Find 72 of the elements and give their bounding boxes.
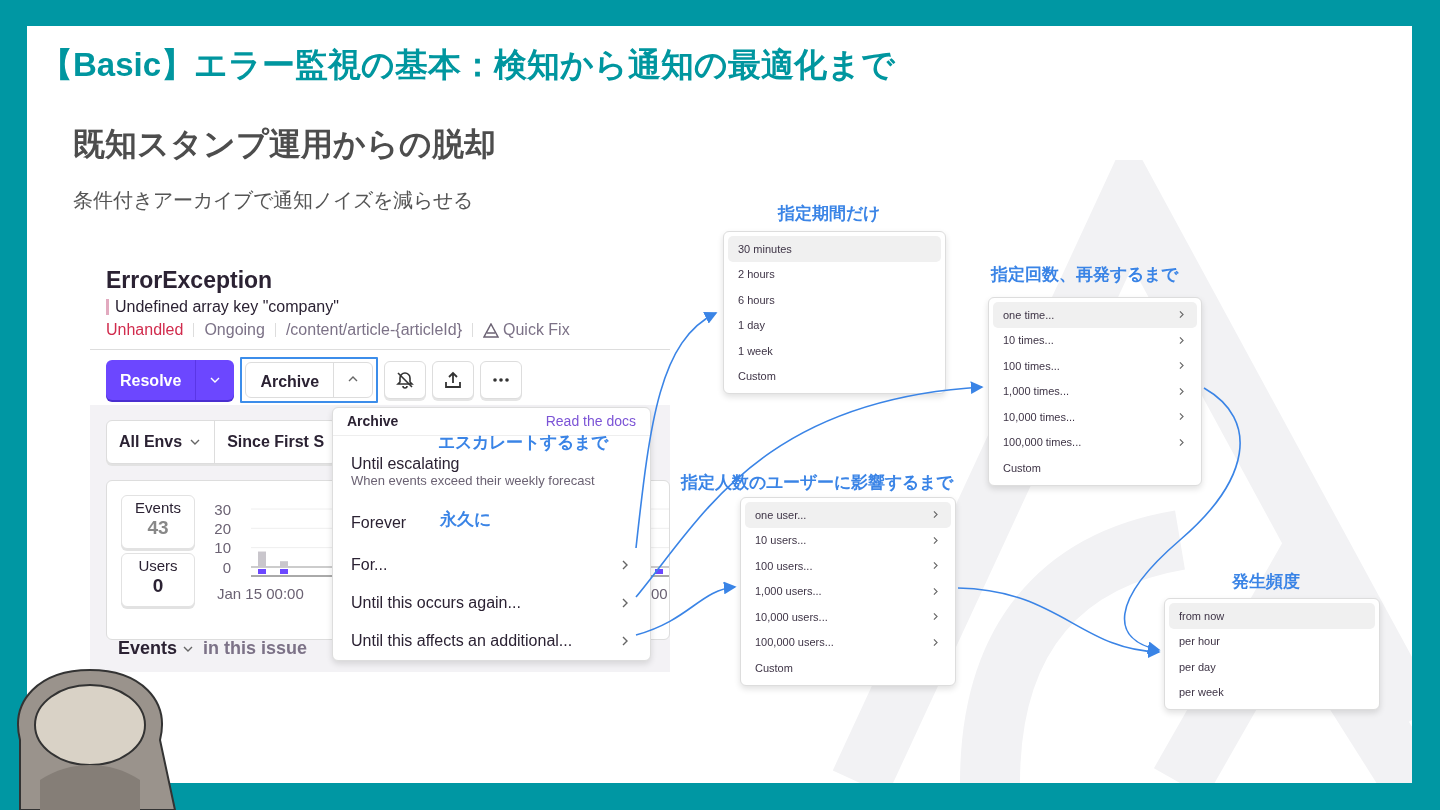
menu-item[interactable]: 100,000 times... xyxy=(993,429,1197,455)
chart-bar xyxy=(280,561,288,567)
archive-button[interactable]: Archive xyxy=(245,362,374,398)
slide-heading: 既知スタンプ運用からの脱却 xyxy=(73,125,496,164)
menu-item[interactable]: 1,000 users... xyxy=(745,578,951,604)
resolve-button[interactable]: Resolve xyxy=(106,360,235,400)
menu-item[interactable]: 10,000 times... xyxy=(993,404,1197,430)
issue-title: ErrorException xyxy=(106,266,273,295)
menu-item[interactable]: Custom xyxy=(745,655,951,681)
menu-item[interactable]: from now xyxy=(1169,603,1375,629)
quick-fix-link[interactable]: Quick Fix xyxy=(483,318,570,342)
stat-card: Events 43 xyxy=(121,495,195,549)
docs-link[interactable]: Read the docs xyxy=(545,413,636,430)
menu-item[interactable]: 2 hours xyxy=(728,261,941,287)
menu-item[interactable]: 100,000 users... xyxy=(745,629,951,655)
menu-item[interactable]: one time... xyxy=(993,302,1197,328)
menu-item[interactable]: 10 times... xyxy=(993,327,1197,353)
issue-message: Undefined array key "company" xyxy=(115,297,339,317)
annotation-label: 永久に xyxy=(440,511,491,528)
issue-tag: Ongoing xyxy=(204,318,265,342)
menu-item[interactable]: 100 users... xyxy=(745,553,951,579)
menu-item[interactable]: 10,000 users... xyxy=(745,604,951,630)
event-marker xyxy=(258,569,266,574)
bell-off-icon xyxy=(395,370,416,390)
event-marker xyxy=(280,569,288,574)
stat-card: Users 0 xyxy=(121,553,195,607)
menu-item[interactable]: 10 users... xyxy=(745,527,951,553)
chart-bar xyxy=(258,551,266,567)
level-bar xyxy=(106,299,109,315)
axis-label: 30 xyxy=(214,501,231,518)
menu-item[interactable]: Forever xyxy=(351,510,407,535)
menu-item[interactable]: Until escalating xyxy=(351,453,595,473)
issue-tag: Unhandled xyxy=(106,318,184,342)
menu-item[interactable]: per day xyxy=(1169,654,1375,680)
mute-button[interactable] xyxy=(384,361,427,399)
menu-item[interactable]: For... xyxy=(351,552,388,577)
axis-label: Jan 15 00:00 xyxy=(217,584,304,604)
menu-item[interactable]: 6 hours xyxy=(728,287,941,313)
menu-item[interactable]: Custom xyxy=(993,455,1197,481)
filter-dropdown[interactable]: All Envs xyxy=(107,421,215,463)
menu-title: Archive xyxy=(347,413,399,430)
issue-tag: /content/article-{articleId} xyxy=(285,318,462,342)
menu-item[interactable]: Custom xyxy=(728,363,941,389)
menu-item[interactable]: one user... xyxy=(745,502,951,528)
axis-label: 0 xyxy=(222,558,231,576)
slide-title: 【Basic】エラー監視の基本：検知から通知の最適化まで xyxy=(40,45,896,85)
annotation-label: 指定人数のユーザーに影響するまで xyxy=(681,474,953,491)
menu-item[interactable]: 1,000 times... xyxy=(993,378,1197,404)
more-icon xyxy=(493,378,510,382)
axis-label: 10 xyxy=(214,539,231,557)
menu-item[interactable]: 1 week xyxy=(728,338,941,364)
events-caption: in this issue xyxy=(203,637,308,660)
menu-item[interactable]: Until this affects an additional... xyxy=(351,628,573,653)
annotation-label: 発生頻度 xyxy=(1232,573,1300,590)
warning-icon xyxy=(483,322,499,338)
menu-item[interactable]: per week xyxy=(1169,679,1375,705)
upload-icon xyxy=(443,370,464,390)
share-button[interactable] xyxy=(432,361,475,399)
annotation-label: 指定期間だけ xyxy=(778,205,880,222)
more-button[interactable] xyxy=(480,361,523,399)
menu-item[interactable]: 100 times... xyxy=(993,353,1197,379)
annotation-label: 指定回数、再発するまで xyxy=(991,266,1178,283)
menu-item[interactable]: 1 day xyxy=(728,312,941,338)
slide-subtitle: 条件付きアーカイブで通知ノイズを減らせる xyxy=(73,188,473,213)
menu-item[interactable]: Until this occurs again... xyxy=(351,590,521,615)
annotation-label: エスカレートするまで xyxy=(438,434,608,451)
axis-label: 20 xyxy=(214,519,231,537)
item-description: When events exceed their weekly forecast xyxy=(351,473,595,489)
menu-item[interactable]: 30 minutes xyxy=(728,236,941,262)
events-dropdown[interactable]: Events xyxy=(118,635,196,662)
menu-item[interactable]: per hour xyxy=(1169,628,1375,654)
axis-label: 00 xyxy=(651,584,668,604)
